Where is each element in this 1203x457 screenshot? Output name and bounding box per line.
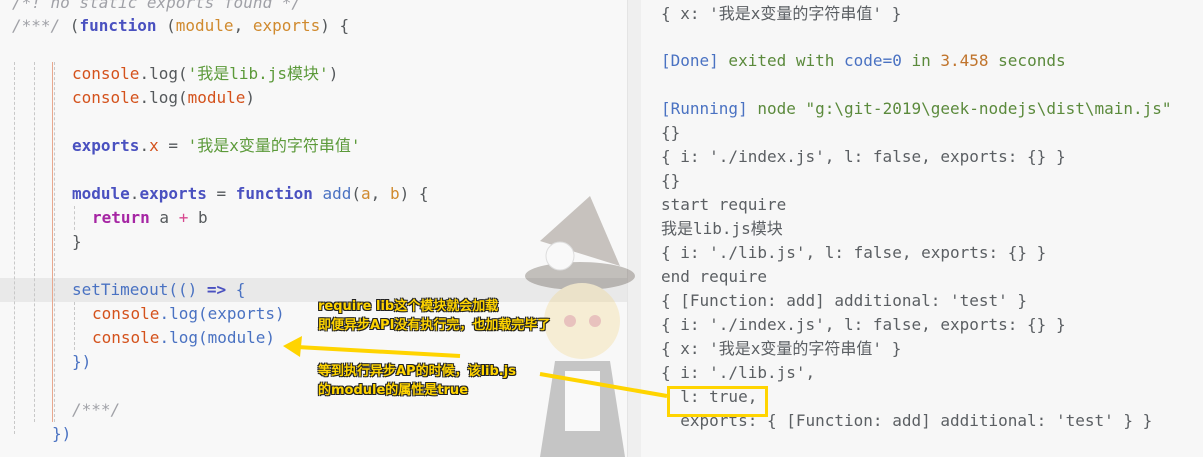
annotation-arrows [283,336,668,398]
annotation-require-note: require lib这个模块就会加载 即便异步API没有执行完，也加载完毕了 [318,299,551,333]
annotation-async-note: 等到执行异步AP的时候，该lib.js 的module的属性是true [318,364,516,398]
arrow-head-icon [283,336,302,357]
arrow-to-output-box [539,372,668,398]
arrow-to-console-log [296,345,461,358]
